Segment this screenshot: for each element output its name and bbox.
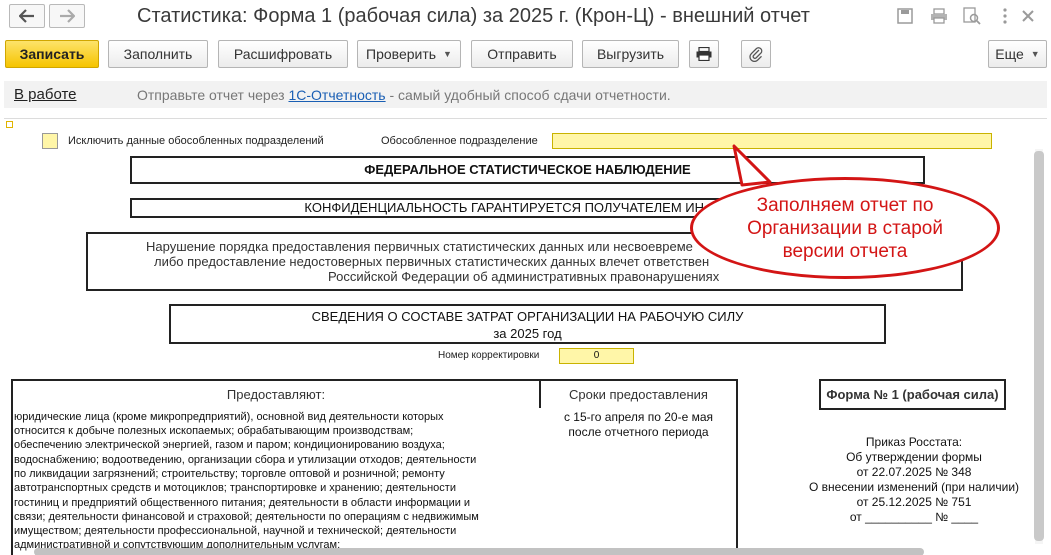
- status-message: Отправьте отчет через 1С-Отчетность - са…: [137, 87, 671, 103]
- form-number-box: Форма № 1 (рабочая сила): [819, 379, 1006, 410]
- more-button[interactable]: Еще ▼: [988, 40, 1047, 68]
- check-button-label: Проверить: [366, 46, 437, 62]
- preview-icon[interactable]: [962, 6, 982, 26]
- order-line-3: от 22.07.2025 № 348: [856, 465, 972, 479]
- correction-label: Номер корректировки: [438, 350, 540, 361]
- status-message-suffix: - самый удобный способ сдачи отчетности.: [385, 87, 671, 103]
- callout-bubble: Заполняем отчет по Организации в старой …: [690, 177, 1000, 279]
- deadline-column-header: Сроки предоставления: [539, 379, 738, 410]
- provide-line-1: юридические лица (кроме микропредприятий…: [14, 411, 444, 423]
- attach-button[interactable]: [741, 40, 771, 68]
- provide-line-7: гостиниц и предприятий общественного пит…: [14, 497, 471, 509]
- callout-line-3: версии отчета: [782, 240, 908, 262]
- provide-line-4: водоснабжению; водоотведению, организаци…: [14, 454, 477, 466]
- corner-marker: [6, 121, 13, 128]
- order-line-2: Об утверждении формы: [846, 450, 982, 464]
- provide-line-2: относится к добыче полезных ископаемых; …: [14, 425, 414, 437]
- provide-column-header: Предоставляют:: [11, 379, 541, 410]
- warning-line-1: Нарушение порядка предоставления первичн…: [146, 239, 693, 254]
- arrow-left-icon: [19, 9, 34, 23]
- callout-line-1: Заполняем отчет по: [756, 194, 934, 216]
- status-state-link[interactable]: В работе: [14, 86, 77, 103]
- decode-button[interactable]: Расшифровать: [218, 40, 348, 68]
- forward-button[interactable]: [49, 4, 85, 28]
- paperclip-icon: [749, 47, 763, 62]
- provide-line-6: автотранспортных средств и мотоциклов; т…: [14, 482, 456, 494]
- order-line-6: от __________ № ____: [849, 510, 979, 524]
- close-icon[interactable]: [1018, 6, 1038, 26]
- horizontal-scrollbar[interactable]: [24, 547, 1024, 555]
- correction-field[interactable]: 0: [559, 348, 634, 364]
- printer-icon: [696, 47, 712, 61]
- provide-line-9: имуществом; деятельности профессионально…: [14, 525, 457, 537]
- save-to-disk-icon[interactable]: [895, 6, 915, 26]
- order-line-4: О внесении изменений (при наличии): [808, 480, 1020, 494]
- deadline-line-1: с 15-го апреля по 20-е мая: [563, 410, 714, 424]
- horizontal-scroll-thumb[interactable]: [34, 548, 924, 555]
- warning-line-3: Российской Федерации об административных…: [328, 269, 720, 284]
- report-title-line-2: за 2025 год: [493, 326, 562, 341]
- vertical-scroll-thumb[interactable]: [1034, 151, 1044, 541]
- order-line-5: от 25.12.2025 № 751: [856, 495, 972, 509]
- send-button[interactable]: Отправить: [471, 40, 573, 68]
- window-title: Статистика: Форма 1 (рабочая сила) за 20…: [137, 5, 810, 27]
- check-button[interactable]: Проверить ▼: [357, 40, 461, 68]
- deadline-line-2: после отчетного периода: [568, 425, 709, 439]
- status-bar: В работе Отправьте отчет через 1С-Отчетн…: [4, 81, 1047, 108]
- arrow-right-icon: [60, 9, 75, 23]
- fill-button[interactable]: Заполнить: [108, 40, 208, 68]
- print-button[interactable]: [689, 40, 719, 68]
- warning-line-2: либо предоставление недостоверных первич…: [154, 254, 710, 269]
- subdivision-label: Обособленное подразделение: [381, 135, 538, 147]
- exclude-subdivisions-checkbox[interactable]: [42, 133, 58, 149]
- callout-line-2: Организации в старой: [747, 217, 943, 239]
- status-message-prefix: Отправьте отчет через: [137, 87, 289, 103]
- back-button[interactable]: [9, 4, 45, 28]
- print-icon[interactable]: [929, 6, 949, 26]
- callout-text: Заполняем отчет по Организации в старой …: [747, 194, 943, 263]
- report-title-box: СВЕДЕНИЯ О СОСТАВЕ ЗАТРАТ ОРГАНИЗАЦИИ НА…: [169, 304, 886, 344]
- chevron-down-icon: ▼: [443, 49, 452, 59]
- vertical-scrollbar[interactable]: [1032, 141, 1046, 546]
- report-title-line-1: СВЕДЕНИЯ О СОСТАВЕ ЗАТРАТ ОРГАНИЗАЦИИ НА…: [311, 309, 744, 324]
- chevron-down-icon: ▼: [1030, 49, 1040, 59]
- provide-line-3: обеспечению электрической энергией, газо…: [14, 439, 445, 451]
- confidentiality-header: КОНФИДЕНЦИАЛЬНОСТЬ ГАРАНТИРУЕТСЯ ПОЛУЧАТ…: [130, 198, 746, 218]
- more-button-label: Еще: [995, 46, 1024, 62]
- save-button[interactable]: Записать: [5, 40, 99, 68]
- exclude-subdivisions-label: Исключить данные обособленных подразделе…: [68, 135, 324, 147]
- provide-line-5: по ликвидации загрязнений; строительству…: [14, 468, 445, 480]
- order-line-1: Приказ Росстата:: [865, 435, 963, 449]
- provide-line-8: связи; деятельности финансовой и страхов…: [14, 511, 479, 523]
- export-button[interactable]: Выгрузить: [582, 40, 679, 68]
- more-vertical-icon[interactable]: [995, 6, 1015, 26]
- reporting-service-link[interactable]: 1С-Отчетность: [288, 87, 385, 103]
